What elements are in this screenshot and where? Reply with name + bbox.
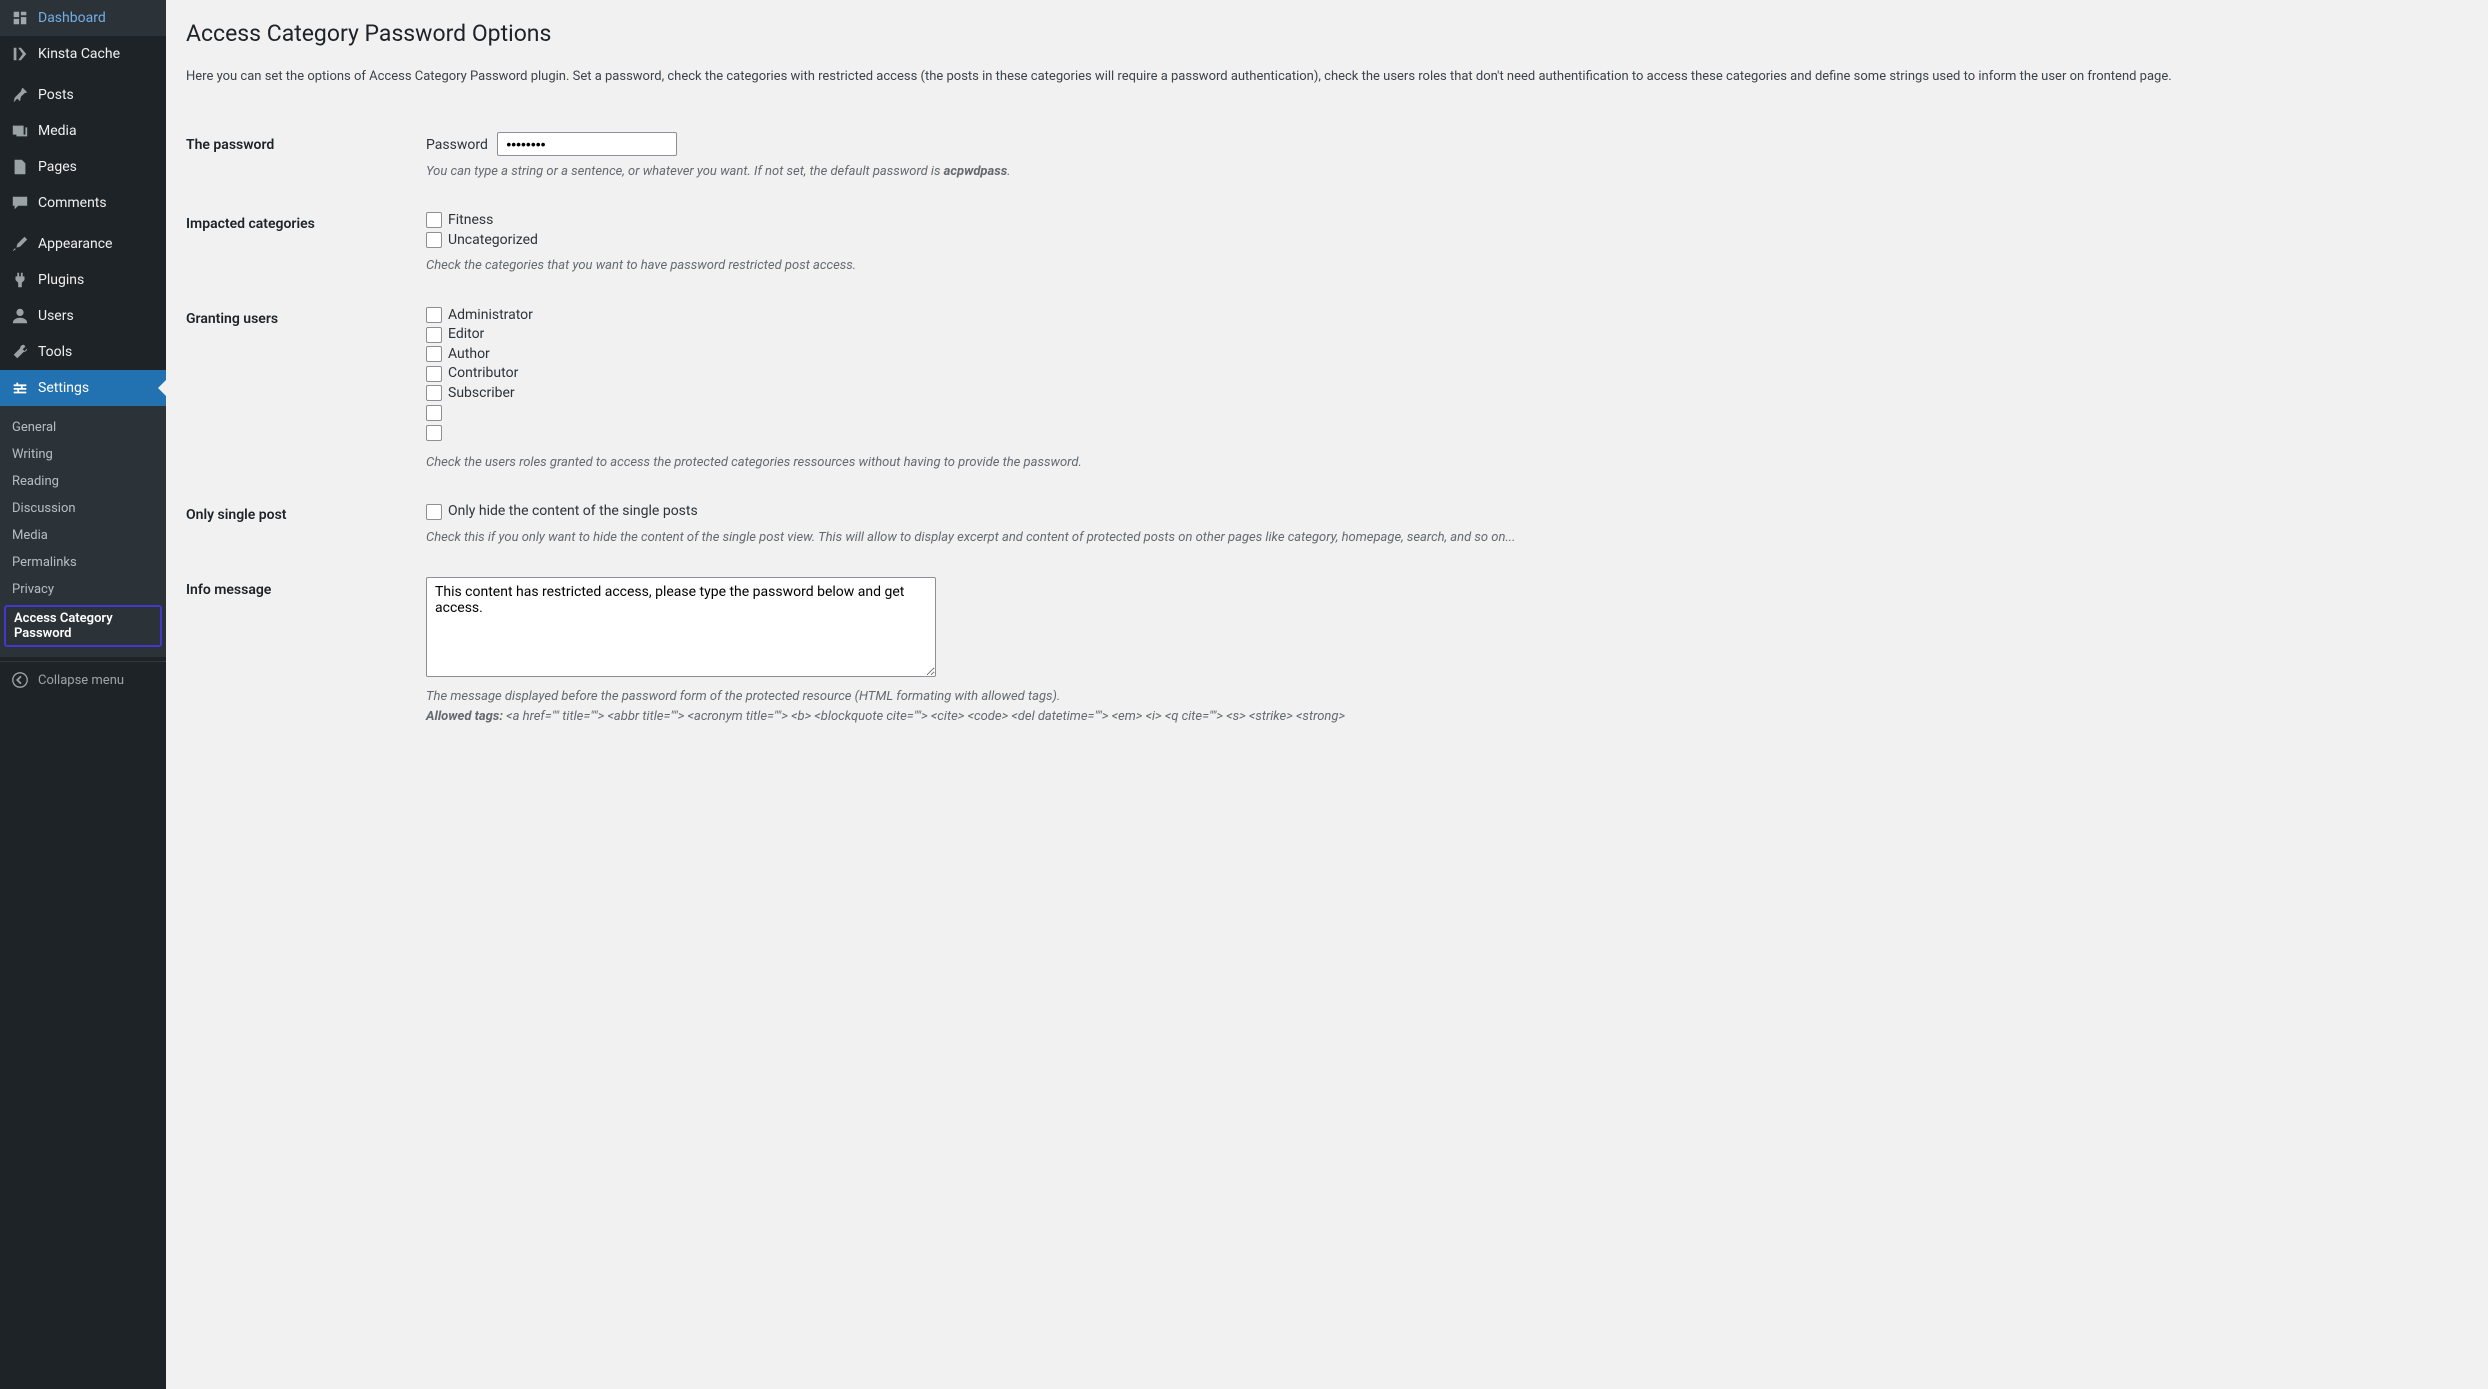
- category-uncategorized-checkbox[interactable]: [426, 232, 442, 248]
- role-administrator-checkbox[interactable]: [426, 307, 442, 323]
- submenu-item-reading[interactable]: Reading: [0, 468, 166, 495]
- settings-form-table: The password Password You can type a str…: [186, 117, 2468, 743]
- sidebar-item-label: Media: [38, 123, 77, 139]
- sidebar-item-label: Dashboard: [38, 10, 106, 26]
- page-title: Access Category Password Options: [186, 20, 2468, 47]
- role-editor-checkbox[interactable]: [426, 327, 442, 343]
- sidebar-item-media[interactable]: Media: [0, 113, 166, 149]
- submenu-item-permalinks[interactable]: Permalinks: [0, 549, 166, 576]
- single-row-label: Only single post: [186, 487, 416, 562]
- submenu-item-writing[interactable]: Writing: [0, 441, 166, 468]
- collapse-icon: [10, 670, 30, 690]
- main-content: Access Category Password Options Here yo…: [166, 0, 2488, 1389]
- sidebar-item-label: Tools: [38, 344, 72, 360]
- sidebar-item-appearance[interactable]: Appearance: [0, 226, 166, 262]
- role-contributor-label: Contributor: [448, 365, 518, 381]
- only-single-post-label: Only hide the content of the single post…: [448, 503, 698, 519]
- single-description: Check this if you only want to hide the …: [426, 528, 2458, 548]
- dashboard-icon: [10, 8, 30, 28]
- submenu-item-access-category-password[interactable]: Access Category Password: [4, 605, 162, 647]
- sidebar-item-label: Settings: [38, 380, 89, 396]
- password-description: You can type a string or a sentence, or …: [426, 162, 2458, 182]
- submenu-item-media[interactable]: Media: [0, 522, 166, 549]
- admin-sidebar: Dashboard Kinsta Cache Posts Media Pages…: [0, 0, 166, 1389]
- categories-description: Check the categories that you want to ha…: [426, 256, 2458, 276]
- sidebar-item-label: Posts: [38, 87, 74, 103]
- tool-icon: [10, 342, 30, 362]
- collapse-label: Collapse menu: [38, 673, 124, 688]
- info-description: The message displayed before the passwor…: [426, 687, 2458, 707]
- sidebar-item-posts[interactable]: Posts: [0, 77, 166, 113]
- categories-row-label: Impacted categories: [186, 196, 416, 291]
- submenu-item-privacy[interactable]: Privacy: [0, 576, 166, 603]
- allowed-tags-text: Allowed tags: <a href="" title=""> <abbr…: [426, 707, 2458, 728]
- sidebar-item-pages[interactable]: Pages: [0, 149, 166, 185]
- sidebar-item-dashboard[interactable]: Dashboard: [0, 0, 166, 36]
- role-subscriber-checkbox[interactable]: [426, 385, 442, 401]
- comment-icon: [10, 193, 30, 213]
- kinsta-icon: [10, 44, 30, 64]
- sidebar-item-label: Comments: [38, 195, 107, 211]
- info-message-textarea[interactable]: [426, 577, 936, 677]
- submenu-item-discussion[interactable]: Discussion: [0, 495, 166, 522]
- role-author-checkbox[interactable]: [426, 346, 442, 362]
- settings-icon: [10, 378, 30, 398]
- category-fitness-checkbox[interactable]: [426, 212, 442, 228]
- password-input[interactable]: [497, 132, 677, 156]
- brush-icon: [10, 234, 30, 254]
- sidebar-item-settings[interactable]: Settings: [0, 370, 166, 406]
- sidebar-item-label: Users: [38, 308, 74, 324]
- role-contributor-checkbox[interactable]: [426, 366, 442, 382]
- sidebar-item-label: Appearance: [38, 236, 112, 252]
- sidebar-item-users[interactable]: Users: [0, 298, 166, 334]
- users-description: Check the users roles granted to access …: [426, 453, 2458, 473]
- pin-icon: [10, 85, 30, 105]
- media-icon: [10, 121, 30, 141]
- users-row-label: Granting users: [186, 291, 416, 488]
- intro-text: Here you can set the options of Access C…: [186, 67, 2468, 87]
- category-uncategorized-label: Uncategorized: [448, 232, 538, 248]
- sidebar-item-label: Pages: [38, 159, 77, 175]
- sidebar-item-tools[interactable]: Tools: [0, 334, 166, 370]
- info-row-label: Info message: [186, 562, 416, 742]
- only-single-post-checkbox[interactable]: [426, 504, 442, 520]
- role-subscriber-label: Subscriber: [448, 385, 515, 401]
- role-administrator-label: Administrator: [448, 307, 533, 323]
- sidebar-item-plugins[interactable]: Plugins: [0, 262, 166, 298]
- password-row-label: The password: [186, 117, 416, 197]
- settings-submenu: General Writing Reading Discussion Media…: [0, 406, 166, 657]
- sidebar-item-comments[interactable]: Comments: [0, 185, 166, 221]
- sidebar-item-label: Plugins: [38, 272, 84, 288]
- role-empty-2-checkbox[interactable]: [426, 425, 442, 441]
- page-icon: [10, 157, 30, 177]
- role-empty-1-checkbox[interactable]: [426, 405, 442, 421]
- user-icon: [10, 306, 30, 326]
- password-field-label: Password: [426, 137, 488, 153]
- role-author-label: Author: [448, 346, 490, 362]
- sidebar-item-kinsta-cache[interactable]: Kinsta Cache: [0, 36, 166, 72]
- collapse-menu-button[interactable]: Collapse menu: [0, 661, 166, 698]
- plug-icon: [10, 270, 30, 290]
- category-fitness-label: Fitness: [448, 212, 493, 228]
- role-editor-label: Editor: [448, 326, 484, 342]
- submenu-item-general[interactable]: General: [0, 414, 166, 441]
- sidebar-item-label: Kinsta Cache: [38, 46, 120, 62]
